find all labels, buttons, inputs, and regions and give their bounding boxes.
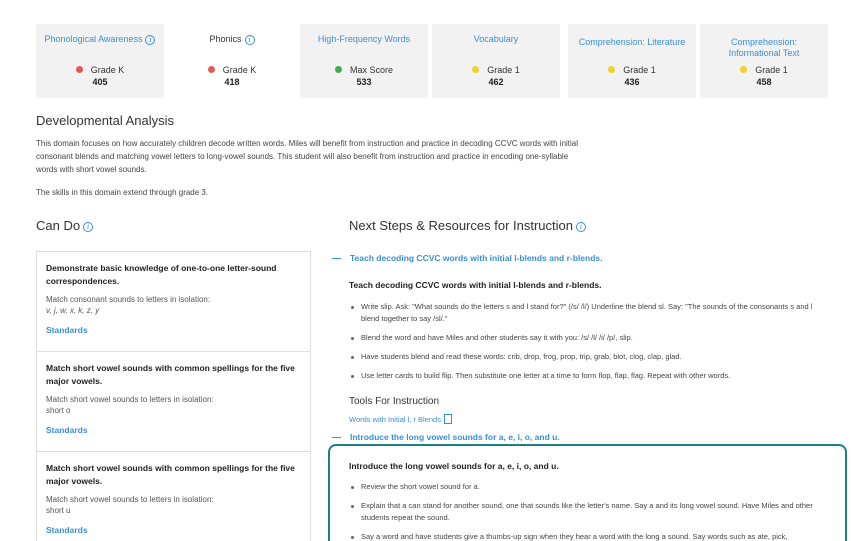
score-cards: Phonological Awareness i Grade K 405 Phon… <box>36 24 828 98</box>
instruction-title: Teach decoding CCVC words with initial l… <box>349 280 602 290</box>
score-card-comprehension-literature[interactable]: Comprehension: Literature Grade 1 436 <box>568 24 696 98</box>
report-page: Phonological Awareness i Grade K 405 Phon… <box>0 0 851 541</box>
document-icon[interactable] <box>443 414 452 424</box>
skill-example: v, j, w, x, k, z, y <box>46 306 100 315</box>
can-do-panel: Demonstrate basic knowledge of one-to-on… <box>36 251 311 541</box>
card-title: Phonics <box>209 34 242 44</box>
list-item: Match short vowel sounds with common spe… <box>37 452 310 541</box>
developmental-analysis-text: This domain focuses on how accurately ch… <box>36 139 579 174</box>
card-grade: Grade K <box>222 65 257 75</box>
card-grade: Grade K <box>90 65 125 75</box>
list-item: Review the short vowel sound for a. <box>349 481 829 493</box>
list-item: Write slip. Ask: "What sounds do the let… <box>349 301 829 325</box>
developmental-analysis-title: Developmental Analysis <box>36 113 175 128</box>
skill-title: Match short vowel sounds with common spe… <box>46 363 295 386</box>
card-score: 418 <box>224 77 240 87</box>
status-dot-icon <box>608 66 616 73</box>
instruction-list: Review the short vowel sound for a. Expl… <box>349 481 829 541</box>
list-item: Match short vowel sounds with common spe… <box>37 352 310 452</box>
skill-description: Match short vowel sounds to letters in i… <box>46 495 214 504</box>
card-title[interactable]: Comprehension: Literature <box>572 37 692 48</box>
info-icon[interactable]: i <box>244 34 255 45</box>
instruction-list: Write slip. Ask: "What sounds do the let… <box>349 301 829 389</box>
section-head-label: Introduce the long vowel sounds for a, e… <box>350 432 560 442</box>
skill-example: short u <box>46 506 71 515</box>
card-grade: Max Score <box>349 65 393 75</box>
standards-link[interactable]: Standards <box>46 525 301 535</box>
card-score: 436 <box>624 77 640 87</box>
card-score: 462 <box>488 77 504 87</box>
skill-description: Match consonant sounds to letters in iso… <box>46 295 211 304</box>
card-grade: Grade 1 <box>623 65 656 75</box>
list-item: Demonstrate basic knowledge of one-to-on… <box>37 252 310 352</box>
card-score: 533 <box>356 77 372 87</box>
tool-link[interactable]: Words with Initial l, r Blends <box>349 414 452 424</box>
card-grade: Grade 1 <box>755 65 788 75</box>
info-icon[interactable]: i <box>575 221 586 232</box>
card-score: 458 <box>756 77 772 87</box>
next-steps-title: Next Steps & Resources for Instruction i <box>349 218 586 233</box>
card-grade: Grade 1 <box>487 65 520 75</box>
skill-title: Match short vowel sounds with common spe… <box>46 463 295 486</box>
info-icon[interactable]: i <box>83 221 94 232</box>
collapse-icon <box>332 437 341 439</box>
list-item: Say a word and have students give a thum… <box>349 531 829 541</box>
card-title[interactable]: Comprehension: Informational Text <box>704 37 824 59</box>
can-do-title: Can Do i <box>36 218 94 233</box>
collapse-icon <box>332 258 341 260</box>
card-score: 405 <box>92 77 108 87</box>
section-head-label: Teach decoding CCVC words with initial l… <box>350 253 603 263</box>
skill-title: Demonstrate basic knowledge of one-to-on… <box>46 263 277 286</box>
list-item: Explain that a can stand for another sou… <box>349 500 829 524</box>
can-do-label: Can Do <box>36 218 81 233</box>
status-dot-icon <box>334 66 342 73</box>
list-item: Have students blend and read these words… <box>349 351 829 363</box>
skill-description: Match short vowel sounds to letters in i… <box>46 395 214 404</box>
status-dot-icon <box>740 66 748 73</box>
standards-link[interactable]: Standards <box>46 325 301 335</box>
score-card-phonics[interactable]: Phonics i Grade K 418 <box>168 24 296 98</box>
status-dot-icon <box>207 66 215 73</box>
developmental-extend-text: The skills in this domain extend through… <box>36 188 209 197</box>
skill-example: short o <box>46 406 71 415</box>
next-steps-label: Next Steps & Resources for Instruction <box>349 218 573 233</box>
section-toggle-blends[interactable]: Teach decoding CCVC words with initial l… <box>332 253 603 263</box>
score-card-high-frequency-words[interactable]: High-Frequency Words Max Score 533 <box>300 24 428 98</box>
list-item: Blend the word and have Miles and other … <box>349 332 829 344</box>
section-toggle-long-vowels[interactable]: Introduce the long vowel sounds for a, e… <box>332 432 560 442</box>
card-title[interactable]: Phonological Awareness <box>45 34 143 44</box>
status-dot-icon <box>75 66 83 73</box>
tool-link-label[interactable]: Words with Initial l, r Blends <box>349 415 441 424</box>
tools-for-instruction-title: Tools For Instruction <box>349 396 440 407</box>
standards-link[interactable]: Standards <box>46 425 301 435</box>
info-icon[interactable]: i <box>145 34 156 45</box>
list-item: Use letter cards to build flip. Then sub… <box>349 370 829 382</box>
score-card-vocabulary[interactable]: Vocabulary Grade 1 462 <box>432 24 560 98</box>
status-dot-icon <box>472 66 480 73</box>
score-card-comprehension-informational-text[interactable]: Comprehension: Informational Text Grade … <box>700 24 828 98</box>
card-title[interactable]: High-Frequency Words <box>304 34 424 45</box>
instruction-title: Introduce the long vowel sounds for a, e… <box>349 461 559 471</box>
card-title[interactable]: Vocabulary <box>436 34 556 45</box>
score-card-phonological-awareness[interactable]: Phonological Awareness i Grade K 405 <box>36 24 164 98</box>
